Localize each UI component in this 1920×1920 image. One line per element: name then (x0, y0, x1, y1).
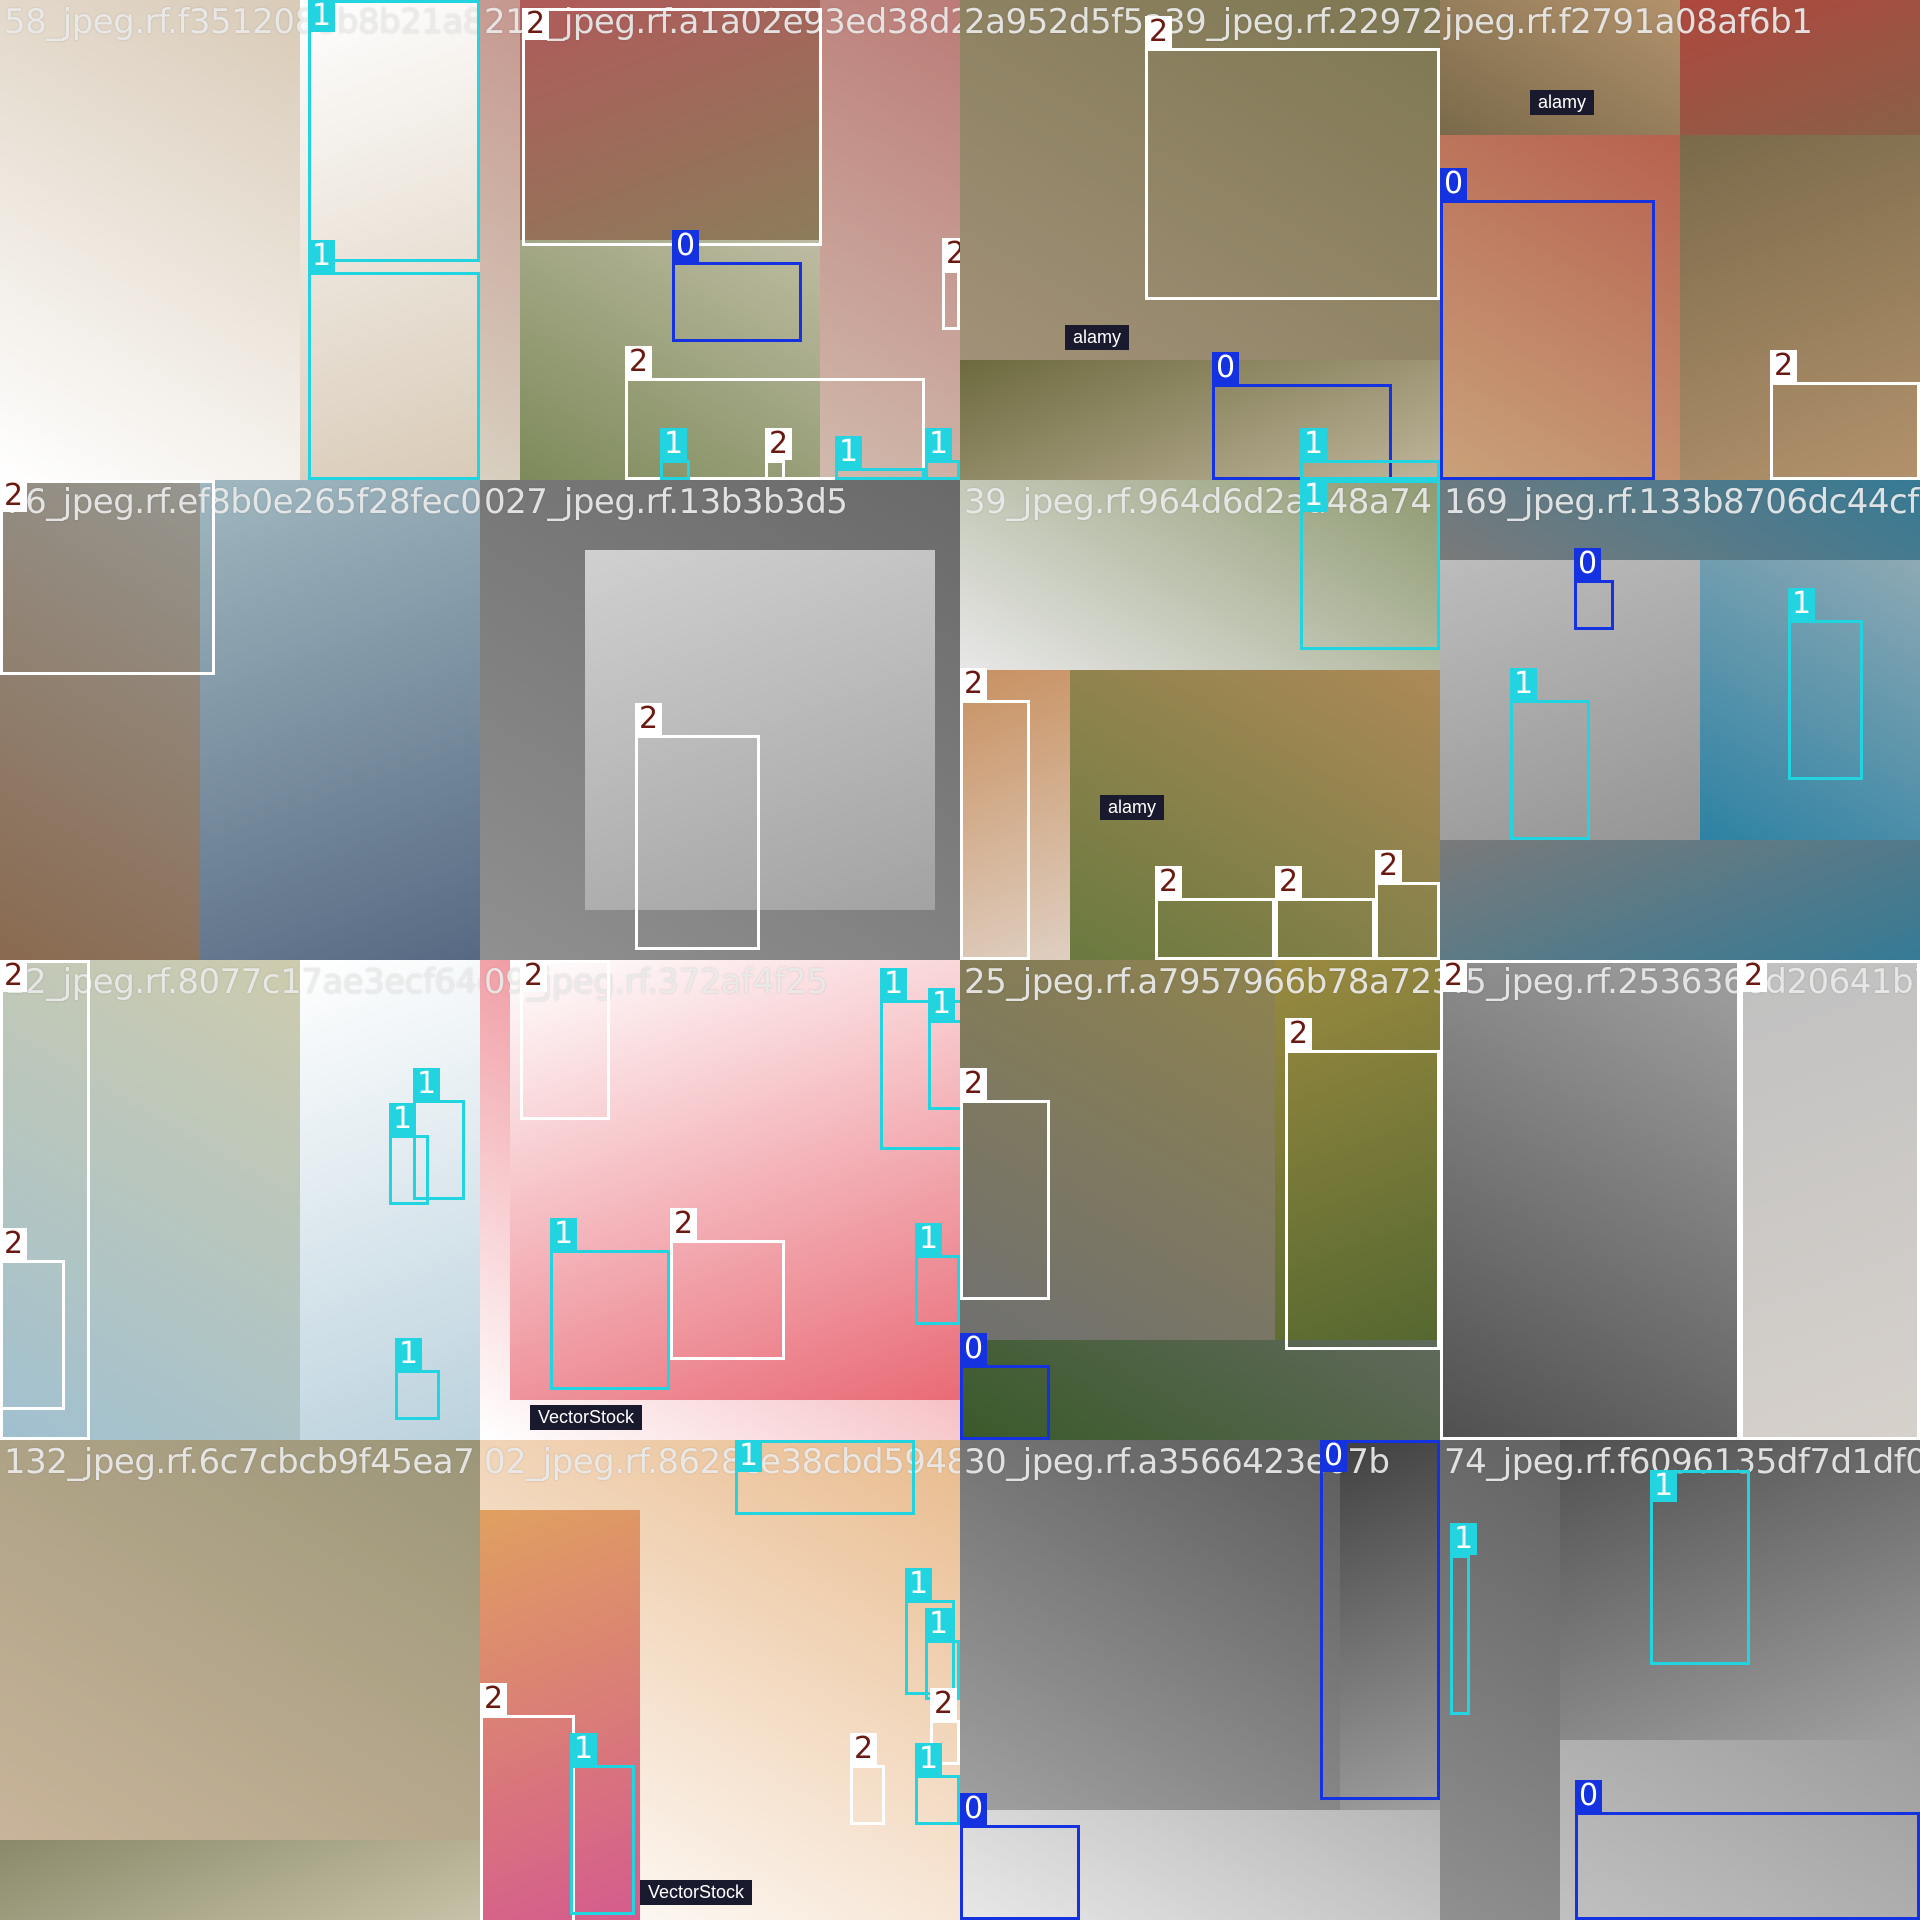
photo-region (1680, 135, 1920, 480)
photo-region (960, 960, 1275, 1340)
photo-region (585, 550, 935, 910)
photo-region (300, 960, 480, 1440)
photo-region (1440, 960, 1740, 1440)
photo-region (520, 240, 820, 480)
watermark: alamy (1530, 90, 1595, 115)
photo-region (1560, 1440, 1920, 1740)
photo-region (960, 670, 1070, 960)
photo-region (1680, 0, 1920, 135)
photo-region (300, 0, 480, 480)
photo-region (510, 960, 960, 1400)
photo-region (480, 1510, 640, 1920)
mosaic-tile: 25_jpeg.rf.a7957966b78a7237d220 (960, 960, 1440, 1440)
mosaic-tile: 169_jpeg.rf.133b8706dc44cfb 0 1 1 (1440, 480, 1920, 960)
photo-region (1440, 135, 1680, 480)
photo-region (0, 0, 300, 480)
watermark: VectorStock (530, 1405, 643, 1430)
photo-region (0, 960, 300, 1440)
augmented-batch-mosaic: 58_jpeg.rf.f3512088b8b21a8a 1 1 217_jpeg.r… (0, 0, 1920, 1920)
mosaic-tile: 74_jpeg.rf.f6096135df7d1df0 1 1 0 (1440, 1440, 1920, 1920)
watermark: VectorStock (640, 1880, 753, 1905)
mosaic-tile: 02_jpeg.rf.8628ce38cbd59485 1 2 1 1 2 1 2 1 (480, 1440, 960, 1920)
photo-region (1740, 960, 1920, 1440)
mosaic-tile: 30_jpeg.rf.a3566423e67b 0 0 (960, 1440, 1440, 1920)
mosaic-tile: jpeg.rf.f2791a08af6b1 0 2 (1440, 0, 1920, 480)
photo-region (960, 1340, 1440, 1440)
photo-region (1560, 1740, 1920, 1920)
mosaic-tile: 217_jpeg.rf.a1a02e93ed38d2a9 2 0 2 1 2 1 1 2 (480, 0, 960, 480)
mosaic-tile: 45_jpeg.rf.2536366d20641b7b 2 2 (1440, 960, 1920, 1440)
mosaic-tile: 09_jpeg.rf.372af4f25 2 1 1 1 2 1 (480, 960, 960, 1440)
photo-region (1440, 840, 1920, 960)
photo-region (0, 1840, 480, 1920)
photo-region (960, 1440, 1340, 1810)
watermark: alamy (1100, 795, 1165, 820)
mosaic-tile: 027_jpeg.rf.13b3b3d5 2 (480, 480, 960, 960)
mosaic-tile: 132_jpeg.rf.6c7cbcb9f45ea7 (0, 1440, 480, 1920)
watermark: alamy (1065, 325, 1130, 350)
mosaic-tile: 76_jpeg.rf.ef8b0e265f28fec0 2 (0, 480, 480, 960)
photo-region (200, 480, 480, 960)
photo-region (1440, 480, 1920, 560)
mosaic-tile: 39_jpeg.rf.964d6d2ad48a74 1 2 2 2 2 (960, 480, 1440, 960)
mosaic-tile: 12_jpeg.rf.8077c17ae3ecf64c 2 1 1 2 1 (0, 960, 480, 1440)
photo-region (960, 480, 1440, 670)
photo-region (0, 1440, 480, 1840)
photo-region (960, 1810, 1440, 1920)
mosaic-tile: 2a952d5f5a39_jpeg.rf.22972942201 (960, 0, 1440, 480)
photo-region (1275, 960, 1440, 1340)
photo-region (520, 0, 820, 240)
photo-region (960, 360, 1440, 480)
photo-region (1440, 1440, 1560, 1920)
mosaic-tile: 58_jpeg.rf.f3512088b8b21a8a 1 1 (0, 0, 480, 480)
